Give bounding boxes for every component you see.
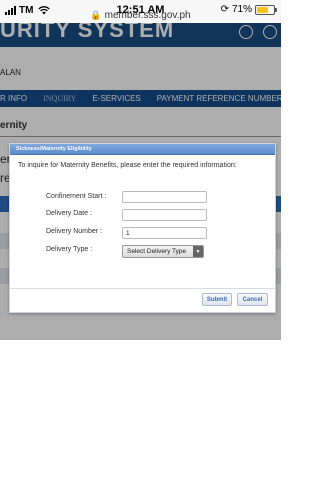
confinement-start-label: Confinement Start :: [46, 193, 107, 200]
confinement-start-input[interactable]: [122, 191, 207, 203]
delivery-date-label: Delivery Date :: [46, 210, 92, 217]
dialog-title: Sickness/Maternity Eligibility: [10, 144, 275, 155]
url-text: member.sss.gov.ph: [104, 10, 191, 21]
delivery-type-label: Delivery Type :: [46, 246, 93, 253]
maternity-eligibility-dialog: Sickness/Maternity Eligibility To inquir…: [9, 143, 276, 313]
delivery-type-select[interactable]: Select Delivery Type ▼: [122, 245, 204, 258]
cancel-button[interactable]: Cancel: [237, 293, 268, 306]
address-bar[interactable]: 🔒 member.sss.gov.ph: [0, 10, 281, 24]
submit-button[interactable]: Submit: [202, 293, 232, 306]
dialog-divider: [10, 288, 275, 289]
lock-icon: 🔒: [90, 10, 102, 20]
chevron-down-icon: ▼: [193, 246, 203, 257]
delivery-number-input[interactable]: [122, 227, 207, 239]
dialog-instructions: To inquire for Maternity Benefits, pleas…: [18, 162, 237, 169]
delivery-type-value: Select Delivery Type: [127, 248, 187, 255]
delivery-number-label: Delivery Number :: [46, 228, 103, 235]
delivery-date-input[interactable]: [122, 209, 207, 221]
